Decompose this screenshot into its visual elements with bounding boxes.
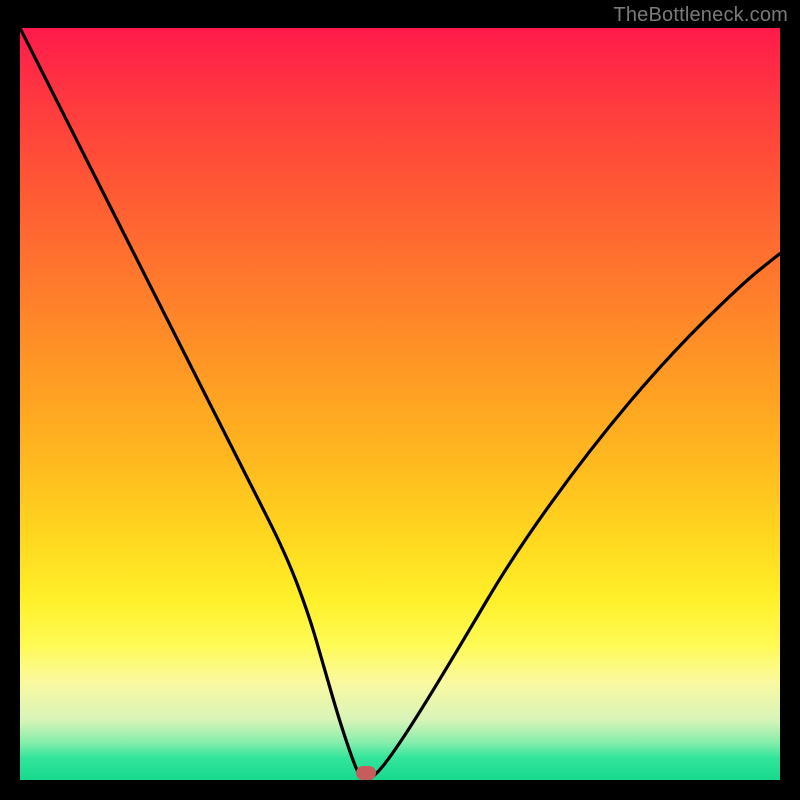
plot-area xyxy=(20,28,780,780)
chart-frame: TheBottleneck.com xyxy=(0,0,800,800)
bottleneck-curve-path xyxy=(20,28,780,780)
watermark-text: TheBottleneck.com xyxy=(613,4,788,27)
optimal-point-marker xyxy=(356,766,376,780)
curve-svg xyxy=(20,28,780,780)
